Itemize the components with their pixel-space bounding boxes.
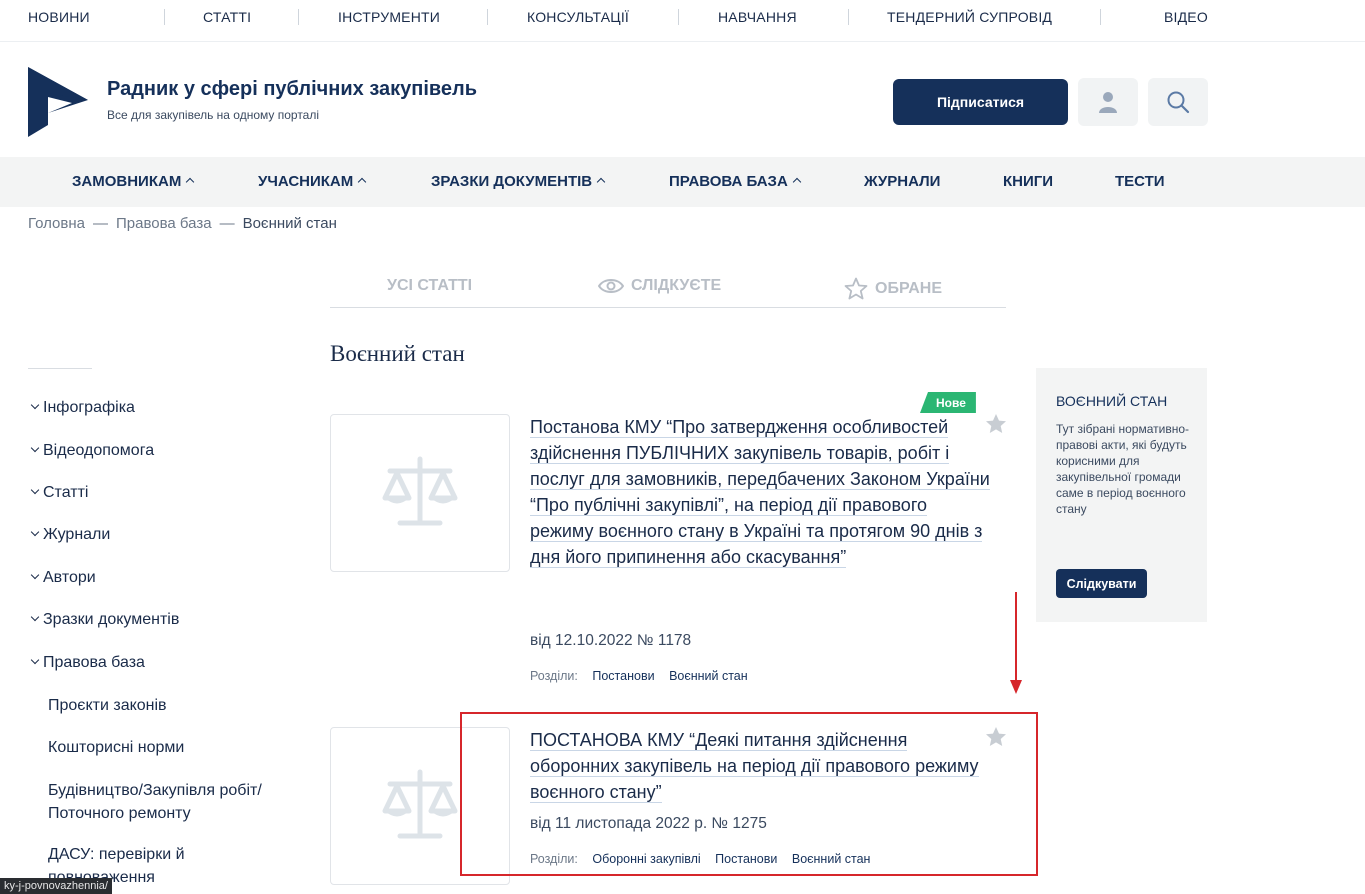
tab-favorites-label: ОБРАНЕ (875, 279, 942, 297)
article-title[interactable]: Постанова КМУ “Про затвердження особливо… (530, 414, 990, 570)
tab-all-articles[interactable]: УСІ СТАТТІ (387, 277, 472, 295)
sidebar-item-legal-base[interactable]: Правова база (30, 654, 145, 672)
breadcrumb-legal-base[interactable]: Правова база (116, 215, 212, 232)
page-title: Воєнний стан (330, 341, 465, 366)
main-nav-participants[interactable]: УЧАСНИКАМ (258, 173, 367, 190)
tab-following-label: СЛІДКУЄТЕ (631, 277, 722, 294)
chevron-down-icon (30, 612, 40, 622)
search-button[interactable] (1148, 78, 1208, 126)
chevron-down-icon (30, 570, 40, 580)
breadcrumb: Головна — Правова база — Воєнний стан (28, 215, 337, 232)
sidebar-item-label: Правова база (43, 654, 145, 671)
annotation-arrow-head (1010, 680, 1022, 694)
sidebar-item-articles[interactable]: Статті (30, 484, 89, 502)
info-box-description: Тут зібрані нормативно-правові акти, які… (1056, 422, 1190, 516)
sidebar-subitem-estimate-norms[interactable]: Кошторисні норми (48, 736, 184, 759)
tab-following[interactable]: СЛІДКУЄТЕ (598, 277, 721, 295)
tags-label: Розділи: (530, 669, 578, 683)
breadcrumb-current: Воєнний стан (242, 215, 337, 232)
main-nav-label: УЧАСНИКАМ (258, 173, 354, 190)
follow-button[interactable]: Слідкувати (1056, 569, 1147, 598)
main-nav-label: ЗАМОВНИКАМ (72, 173, 182, 190)
sidebar-item-document-templates[interactable]: Зразки документів (30, 611, 180, 629)
logo-icon[interactable] (28, 67, 88, 137)
top-nav-training[interactable]: НАВЧАННЯ (718, 9, 797, 25)
sidebar-item-label: Інфографіка (43, 399, 135, 416)
status-url-tooltip: ky-j-povnovazhennia/ (0, 878, 112, 894)
search-icon (1167, 91, 1190, 114)
article-thumbnail[interactable] (330, 414, 510, 572)
subscribe-button[interactable]: Підписатися (893, 79, 1068, 125)
top-nav-divider (487, 9, 488, 25)
main-nav-customers[interactable]: ЗАМОВНИКАМ (72, 173, 195, 190)
breadcrumb-home[interactable]: Головна (28, 215, 85, 232)
main-nav: ЗАМОВНИКАМ УЧАСНИКАМ ЗРАЗКИ ДОКУМЕНТІВ П… (0, 157, 1365, 207)
annotation-arrow-line (1015, 592, 1017, 682)
main-nav-legal-base[interactable]: ПРАВОВА БАЗА (669, 173, 802, 190)
article-tags: Розділи: Постанови Воєнний стан (530, 669, 748, 683)
top-nav-news[interactable]: НОВИНИ (28, 9, 90, 25)
chevron-up-icon (792, 177, 802, 187)
top-nav-divider (1100, 9, 1101, 25)
top-nav-divider (678, 9, 679, 25)
top-nav-tender-support[interactable]: ТЕНДЕРНИЙ СУПРОВІД (887, 9, 1052, 25)
chevron-up-icon (186, 177, 195, 187)
top-nav-video[interactable]: ВІДЕО (1164, 9, 1208, 25)
breadcrumb-separator: — (219, 215, 235, 232)
sidebar-subitem-draft-laws[interactable]: Проєкти законів (48, 694, 167, 717)
site-subtitle: Все для закупівель на одному порталі (107, 108, 320, 122)
star-outline-icon (844, 277, 868, 300)
user-button[interactable] (1078, 78, 1138, 126)
chevron-down-icon (30, 443, 40, 453)
main-nav-label: ПРАВОВА БАЗА (669, 173, 788, 190)
sidebar-item-label: Зразки документів (43, 611, 180, 628)
top-nav-consultations[interactable]: КОНСУЛЬТАЦІЇ (527, 9, 629, 25)
breadcrumb-separator: — (93, 215, 108, 232)
sidebar-divider (28, 368, 92, 369)
scales-icon (382, 769, 458, 839)
annotation-highlight-box (460, 712, 1038, 876)
sidebar-item-label: Журнали (43, 526, 111, 543)
top-nav: НОВИНИ СТАТТІ ІНСТРУМЕНТИ КОНСУЛЬТАЦІЇ Н… (0, 0, 1365, 42)
sidebar-item-authors[interactable]: Автори (30, 569, 96, 587)
top-nav-divider (848, 9, 849, 25)
sidebar-item-journals[interactable]: Журнали (30, 526, 111, 544)
info-box-title: ВОЄННИЙ СТАН (1056, 393, 1168, 409)
top-nav-tools[interactable]: ІНСТРУМЕНТИ (338, 9, 440, 25)
main-nav-tests[interactable]: ТЕСТИ (1115, 173, 1165, 190)
sidebar-item-video-help[interactable]: Відеодопомога (30, 442, 155, 460)
chevron-down-icon (30, 527, 40, 537)
category-info-box: ВОЄННИЙ СТАН Тут зібрані нормативно-прав… (1036, 368, 1207, 622)
sidebar-item-label: Статті (43, 484, 89, 501)
site-title[interactable]: Радник у сфері публічних закупівель (107, 78, 477, 101)
scales-icon (382, 456, 458, 526)
new-badge: Нове (920, 392, 976, 413)
article-date: від 12.10.2022 № 1178 (530, 632, 692, 649)
eye-icon (598, 279, 624, 293)
sidebar-item-infographics[interactable]: Інфографіка (30, 399, 135, 417)
chevron-down-icon (30, 655, 40, 665)
main-nav-label: ЗРАЗКИ ДОКУМЕНТІВ (431, 173, 593, 190)
top-nav-divider (164, 9, 165, 25)
article-title-text: Постанова КМУ “Про затвердження особливо… (530, 417, 990, 568)
top-nav-divider (298, 9, 299, 25)
sidebar-item-label: Автори (43, 569, 96, 586)
chevron-up-icon (596, 177, 606, 187)
main-nav-journals[interactable]: ЖУРНАЛИ (864, 173, 940, 190)
article-tabs: УСІ СТАТТІ СЛІДКУЄТЕ ОБРАНЕ (330, 270, 1006, 308)
user-icon (1099, 92, 1117, 113)
chevron-up-icon (358, 177, 367, 187)
tag-link[interactable]: Воєнний стан (669, 669, 748, 683)
main-nav-books[interactable]: КНИГИ (1003, 173, 1053, 190)
tag-link[interactable]: Постанови (592, 669, 654, 683)
sidebar-subitem-construction[interactable]: Будівництво/Закупівля робіт/ Поточного р… (48, 779, 298, 825)
chevron-down-icon (30, 485, 40, 495)
main-nav-document-templates[interactable]: ЗРАЗКИ ДОКУМЕНТІВ (431, 173, 606, 190)
tab-favorites[interactable]: ОБРАНЕ (844, 277, 942, 300)
top-nav-articles[interactable]: СТАТТІ (203, 9, 251, 25)
chevron-down-icon (30, 400, 40, 410)
sidebar-item-label: Відеодопомога (43, 442, 155, 459)
